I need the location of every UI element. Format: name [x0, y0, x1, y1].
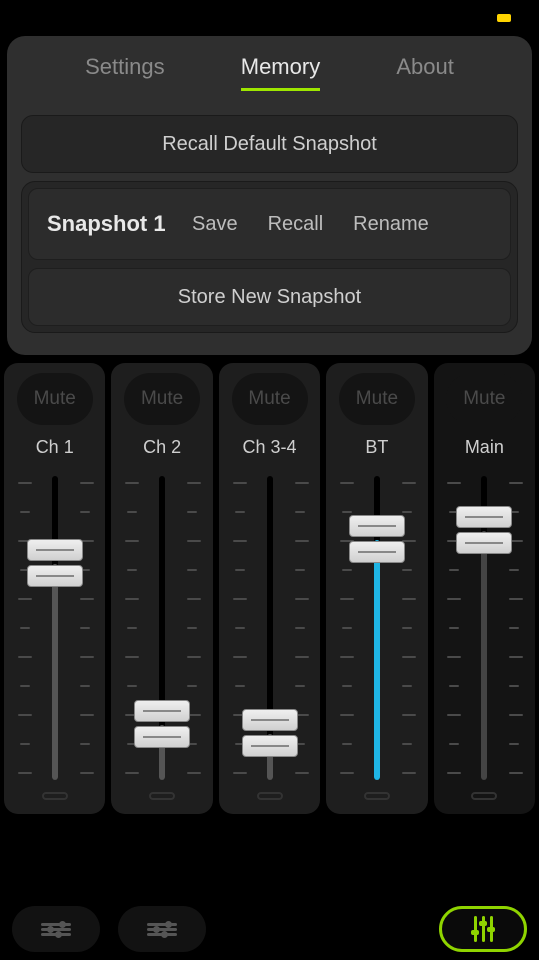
mute-button-bt[interactable]: Mute [339, 373, 415, 425]
master-view-button[interactable] [439, 906, 527, 952]
fader-thumb[interactable] [27, 539, 83, 589]
fader-thumb[interactable] [349, 515, 405, 565]
modal-tabs: Settings Memory About [17, 54, 522, 109]
channel-main: Mute Main [434, 363, 535, 814]
channel-label: Ch 3-4 [243, 437, 297, 458]
channel-eq-button-ch2[interactable] [118, 906, 206, 952]
channel-label: BT [365, 437, 388, 458]
status-indicator-icon [497, 14, 511, 22]
snapshot-save-button[interactable]: Save [192, 213, 238, 236]
snapshot-row: Snapshot 1 Save Recall Rename [28, 188, 511, 260]
fader-ch1[interactable] [12, 476, 98, 780]
tab-memory[interactable]: Memory [241, 54, 320, 91]
channel-ch1: Mute Ch 1 [4, 363, 105, 814]
mute-button-ch1[interactable]: Mute [17, 373, 93, 425]
channel-label: Ch 2 [143, 437, 181, 458]
signal-led-icon [149, 792, 175, 800]
memory-modal: Settings Memory About Recall Default Sna… [7, 36, 532, 355]
fader-ch34[interactable] [227, 476, 313, 780]
snapshot-recall-button[interactable]: Recall [268, 213, 324, 236]
channel-eq-button-ch1[interactable] [12, 906, 100, 952]
signal-led-icon [364, 792, 390, 800]
fader-thumb[interactable] [456, 506, 512, 556]
fader-ch2[interactable] [119, 476, 205, 780]
mixer-icon [474, 916, 477, 942]
mute-button-ch2[interactable]: Mute [124, 373, 200, 425]
tab-about[interactable]: About [396, 54, 454, 91]
mute-button-ch34[interactable]: Mute [232, 373, 308, 425]
signal-led-icon [42, 792, 68, 800]
channel-label: Ch 1 [36, 437, 74, 458]
snapshot-group: Snapshot 1 Save Recall Rename Store New … [21, 181, 518, 333]
tab-settings[interactable]: Settings [85, 54, 165, 91]
snapshot-rename-button[interactable]: Rename [353, 213, 429, 236]
recall-default-button[interactable]: Recall Default Snapshot [21, 115, 518, 173]
bottom-icon-bar [0, 902, 539, 952]
store-new-snapshot-button[interactable]: Store New Snapshot [28, 268, 511, 326]
sliders-icon [41, 921, 71, 938]
channel-bt: Mute BT [326, 363, 427, 814]
fader-thumb[interactable] [134, 700, 190, 750]
fader-thumb[interactable] [242, 709, 298, 759]
fader-bt[interactable] [334, 476, 420, 780]
status-bar [0, 0, 539, 30]
mute-button-main[interactable]: Mute [446, 373, 522, 425]
channel-label: Main [465, 437, 504, 458]
fader-main[interactable] [441, 476, 527, 780]
snapshot-name: Snapshot 1 [47, 211, 192, 237]
signal-led-icon [471, 792, 497, 800]
channel-ch2: Mute Ch 2 [111, 363, 212, 814]
mixer-row: Mute Ch 1 Mute Ch 2 Mute Ch 3-4 Mute BT Mute Main [0, 355, 539, 814]
signal-led-icon [257, 792, 283, 800]
channel-ch34: Mute Ch 3-4 [219, 363, 320, 814]
sliders-icon [147, 921, 177, 938]
